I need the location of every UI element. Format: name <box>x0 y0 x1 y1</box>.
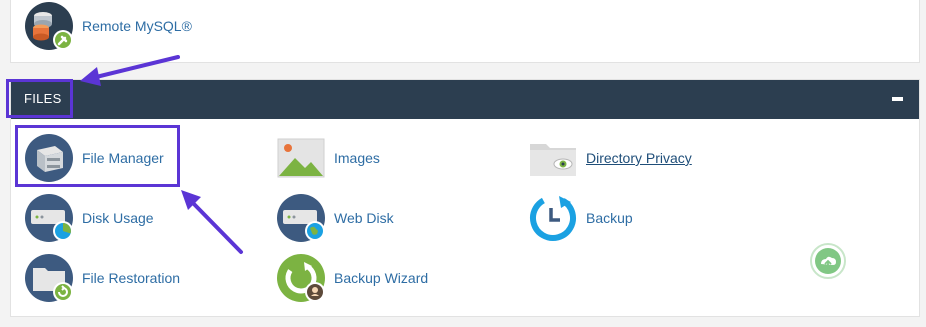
arrow-to-files-icon <box>80 55 180 86</box>
annotation-arrows <box>80 55 243 254</box>
arrow-to-file-manager-icon <box>181 190 243 254</box>
